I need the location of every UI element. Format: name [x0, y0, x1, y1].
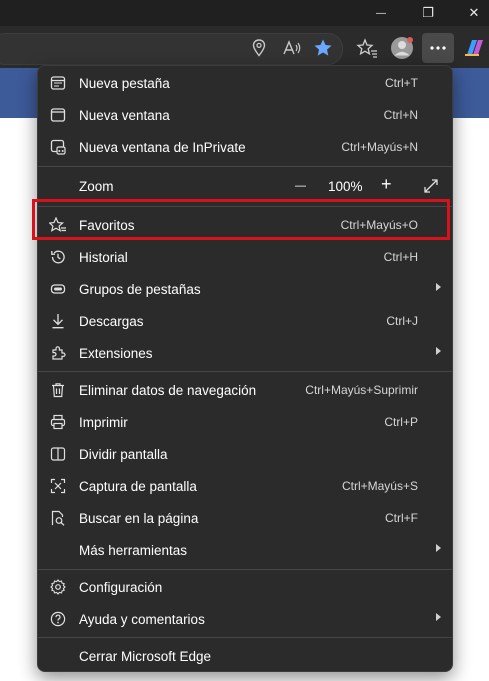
help-icon: [49, 610, 67, 628]
menu-item-print[interactable]: Imprimir Ctrl+P: [38, 406, 452, 438]
restore-icon: ❐: [422, 5, 434, 20]
settings-menu: Nueva pestaña Ctrl+T Nueva ventana Ctrl+…: [37, 65, 453, 672]
settings-icon: [49, 578, 67, 596]
restore-button[interactable]: ❐: [405, 0, 451, 26]
menu-item-new-inprivate-window[interactable]: Nueva ventana de InPrivate Ctrl+Mayús+N: [38, 131, 452, 163]
favorites-bar-icon[interactable]: [355, 37, 379, 59]
screenshot-icon: [49, 477, 67, 495]
submenu-arrow-icon: [436, 544, 441, 552]
favorite-star-icon[interactable]: [312, 37, 334, 59]
new-window-icon: [49, 106, 67, 124]
menu-item-help-and-feedback[interactable]: Ayuda y comentarios: [38, 603, 452, 635]
find-icon: [49, 509, 67, 527]
more-icon: [430, 46, 446, 50]
zoom-in-button[interactable]: +: [381, 174, 392, 195]
minimize-icon: —: [376, 7, 386, 19]
title-bar: — ❐ ✕: [0, 0, 489, 26]
copilot-icon[interactable]: [462, 36, 488, 60]
menu-divider: [38, 637, 452, 638]
menu-item-new-window[interactable]: Nueva ventana Ctrl+N: [38, 99, 452, 131]
download-icon: [49, 312, 67, 330]
trash-icon: [49, 381, 67, 399]
menu-divider: [38, 166, 452, 167]
menu-item-split-screen[interactable]: Dividir pantalla: [38, 438, 452, 470]
profile-avatar[interactable]: [389, 35, 415, 61]
menu-item-clear-browsing-data[interactable]: Eliminar datos de navegación Ctrl+Mayús+…: [38, 374, 452, 406]
menu-item-find-on-page[interactable]: Buscar en la página Ctrl+F: [38, 502, 452, 534]
tab-groups-icon: [49, 280, 67, 298]
fullscreen-icon[interactable]: [423, 178, 439, 194]
menu-item-new-tab[interactable]: Nueva pestaña Ctrl+T: [38, 67, 452, 99]
menu-divider: [38, 371, 452, 372]
printer-icon: [49, 413, 67, 431]
extensions-icon: [49, 344, 67, 362]
close-icon: ✕: [468, 5, 480, 20]
menu-item-screenshot[interactable]: Captura de pantalla Ctrl+Mayús+S: [38, 470, 452, 502]
menu-item-settings[interactable]: Configuración: [38, 571, 452, 603]
favorites-highlight-box: [32, 199, 450, 240]
read-aloud-icon[interactable]: [281, 38, 303, 58]
menu-item-extensions[interactable]: Extensiones: [38, 337, 452, 369]
menu-item-tab-groups[interactable]: Grupos de pestañas: [38, 273, 452, 305]
history-icon: [49, 248, 67, 266]
submenu-arrow-icon: [436, 613, 441, 621]
inprivate-icon: [49, 138, 67, 156]
zoom-label: Zoom: [79, 178, 114, 194]
new-tab-icon: [49, 74, 67, 92]
minimize-button[interactable]: —: [358, 0, 404, 26]
settings-and-more-button[interactable]: [422, 33, 454, 63]
zoom-level: 100%: [328, 178, 363, 194]
close-window-button[interactable]: ✕: [451, 0, 489, 26]
submenu-arrow-icon: [436, 283, 441, 291]
submenu-arrow-icon: [436, 347, 441, 355]
menu-item-downloads[interactable]: Descargas Ctrl+J: [38, 305, 452, 337]
menu-item-zoom: Zoom — 100% +: [38, 170, 452, 202]
menu-item-history[interactable]: Historial Ctrl+H: [38, 241, 452, 273]
menu-item-close-edge[interactable]: Cerrar Microsoft Edge: [38, 640, 452, 672]
split-screen-icon: [49, 445, 67, 463]
menu-item-more-tools[interactable]: Más herramientas: [38, 534, 452, 566]
location-icon[interactable]: [250, 38, 268, 58]
zoom-out-button[interactable]: —: [295, 180, 306, 192]
menu-divider: [38, 569, 452, 570]
